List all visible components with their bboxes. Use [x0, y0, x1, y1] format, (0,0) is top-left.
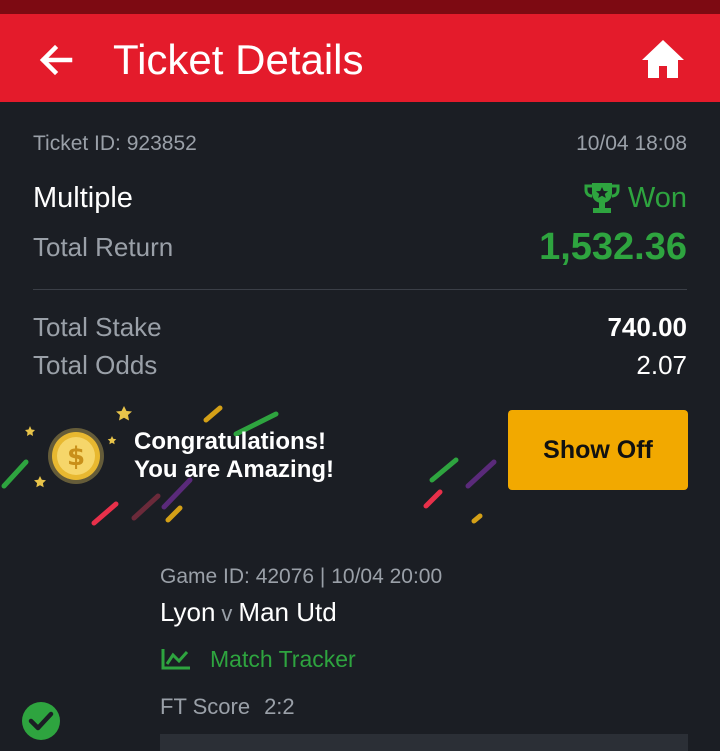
ft-score: FT Score 2:2 — [160, 693, 295, 721]
coin-icon: $ — [48, 428, 104, 484]
page-title: Ticket Details — [113, 36, 364, 83]
status-badge: Won — [584, 180, 687, 216]
ticket-datetime: 10/04 18:08 — [576, 132, 687, 155]
total-stake-value: 740.00 — [607, 312, 687, 342]
home-icon[interactable] — [640, 38, 686, 80]
congrats-banner: $ Congratulations! You are Amazing! Show… — [0, 400, 720, 535]
away-team: Man Utd — [238, 597, 337, 627]
match-tracker-link[interactable]: Match Tracker — [160, 645, 356, 673]
arrow-left-icon[interactable] — [36, 40, 76, 80]
versus-label: v — [221, 601, 233, 626]
congrats-line-2: You are Amazing! — [134, 456, 335, 483]
congrats-line-1: Congratulations! — [134, 428, 326, 455]
congrats-message: Congratulations! You are Amazing! — [134, 428, 334, 484]
ft-score-value: 2:2 — [264, 694, 295, 719]
ticket-id: Ticket ID: 923852 — [33, 132, 197, 155]
total-return-value: 1,532.36 — [539, 226, 687, 268]
trophy-icon — [584, 183, 620, 213]
check-circle-icon — [22, 702, 60, 740]
home-team: Lyon — [160, 597, 216, 627]
total-stake-label: Total Stake — [33, 312, 162, 342]
match-teams: Lyon v Man Utd — [160, 597, 337, 629]
svg-text:$: $ — [67, 442, 85, 472]
selection-panel — [160, 734, 688, 751]
bet-type: Multiple — [33, 182, 133, 214]
chart-line-icon — [161, 649, 190, 670]
game-meta: Game ID: 42076 | 10/04 20:00 — [160, 565, 443, 588]
total-return-label: Total Return — [33, 232, 174, 262]
divider — [33, 289, 687, 290]
status-bar — [0, 0, 720, 14]
status-text: Won — [627, 182, 687, 214]
total-odds-value: 2.07 — [636, 350, 687, 380]
app-bar: Ticket Details — [0, 14, 720, 102]
show-off-button[interactable]: Show Off — [508, 410, 688, 490]
ft-score-label: FT Score — [160, 694, 251, 719]
total-odds-label: Total Odds — [33, 350, 158, 380]
match-tracker-label: Match Tracker — [210, 646, 356, 672]
